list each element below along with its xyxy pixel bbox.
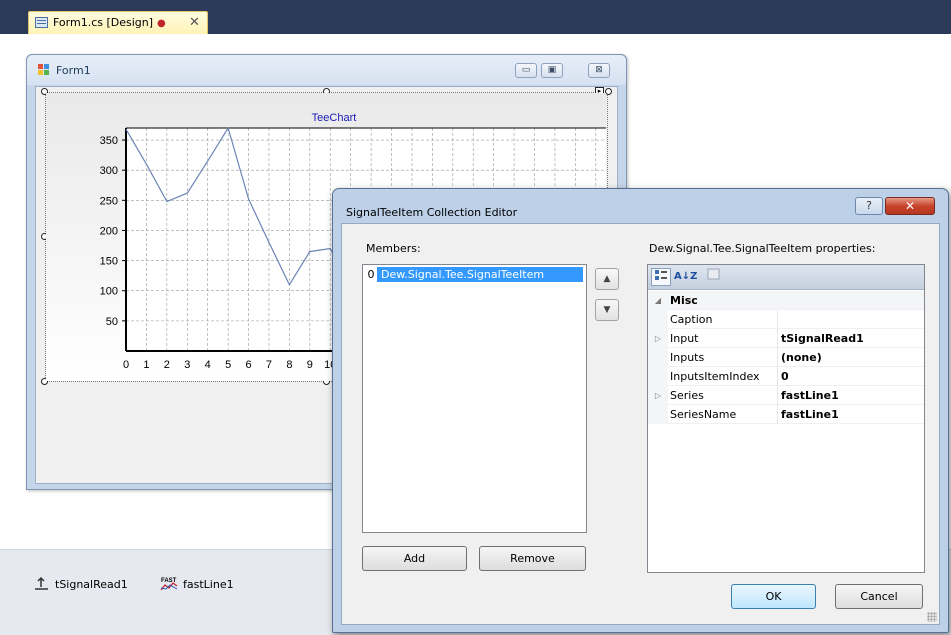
property-name: Series bbox=[670, 389, 704, 402]
close-button[interactable]: ⊠ bbox=[588, 63, 610, 78]
category-name: Misc bbox=[670, 294, 698, 307]
form-designer-icon bbox=[35, 17, 48, 28]
expand-icon[interactable]: ▷ bbox=[648, 386, 668, 405]
tray-item-label: fastLine1 bbox=[183, 577, 234, 591]
chart-title: TeeChart bbox=[312, 112, 357, 124]
maximize-button[interactable]: ▣ bbox=[541, 63, 563, 78]
move-down-button[interactable]: ▼ bbox=[595, 299, 619, 321]
y-tick-label: 150 bbox=[100, 256, 118, 268]
member-index: 0 bbox=[365, 267, 378, 282]
document-tab-bar: Form1.cs [Design] ● ✕ bbox=[0, 0, 951, 34]
property-value[interactable]: fastLine1 bbox=[781, 389, 839, 402]
cancel-button[interactable]: Cancel bbox=[835, 584, 923, 609]
members-list[interactable]: 0 Dew.Signal.Tee.SignalTeeItem bbox=[362, 264, 587, 533]
dialog-close-button[interactable]: ✕ bbox=[885, 197, 935, 215]
property-row-inputs[interactable]: Inputs (none) bbox=[648, 348, 924, 367]
tab-form1-design[interactable]: Form1.cs [Design] ● ✕ bbox=[28, 11, 208, 34]
y-tick-label: 250 bbox=[100, 195, 118, 207]
collection-editor-dialog: SignalTeeItem Collection Editor ? ✕ Memb… bbox=[332, 188, 949, 633]
property-row-seriesname[interactable]: SeriesName fastLine1 bbox=[648, 405, 924, 424]
expand-icon[interactable]: ▷ bbox=[648, 329, 668, 348]
x-tick-label: 8 bbox=[286, 359, 292, 371]
property-value[interactable]: fastLine1 bbox=[781, 408, 839, 421]
property-value[interactable]: tSignalRead1 bbox=[781, 332, 864, 345]
x-tick-label: 3 bbox=[184, 359, 190, 371]
ok-button[interactable]: OK bbox=[731, 584, 816, 609]
property-name: Caption bbox=[670, 313, 713, 326]
property-value[interactable]: 0 bbox=[781, 370, 789, 383]
categorized-icon[interactable] bbox=[651, 268, 671, 286]
property-grid-toolbar: A↓Z bbox=[648, 265, 924, 290]
resize-handle[interactable] bbox=[605, 88, 612, 95]
form-title: Form1 bbox=[56, 64, 91, 77]
y-tick-label: 350 bbox=[100, 135, 118, 147]
y-tick-label: 50 bbox=[106, 316, 118, 328]
list-item[interactable]: 0 Dew.Signal.Tee.SignalTeeItem bbox=[365, 267, 583, 282]
property-grid[interactable]: A↓Z ◢ Misc Caption ▷ Input tSignalRead1 … bbox=[647, 264, 925, 573]
x-tick-label: 9 bbox=[307, 359, 313, 371]
property-row-input[interactable]: ▷ Input tSignalRead1 bbox=[648, 329, 924, 348]
signal-read-icon bbox=[32, 576, 50, 592]
remove-button[interactable]: Remove bbox=[479, 546, 586, 571]
minimize-button[interactable]: ▭ bbox=[515, 63, 537, 78]
dialog-title: SignalTeeItem Collection Editor bbox=[346, 206, 518, 219]
y-tick-label: 200 bbox=[100, 225, 118, 237]
property-row-caption[interactable]: Caption bbox=[648, 310, 924, 329]
category-row[interactable]: ◢ Misc bbox=[648, 291, 924, 310]
add-button[interactable]: Add bbox=[362, 546, 467, 571]
x-tick-label: 0 bbox=[123, 359, 129, 371]
x-tick-label: 7 bbox=[266, 359, 272, 371]
modified-indicator: ● bbox=[157, 18, 166, 29]
property-pages-icon[interactable] bbox=[704, 268, 724, 286]
tray-item-tsignalread1[interactable]: tSignalRead1 bbox=[32, 576, 128, 592]
move-up-button[interactable]: ▲ bbox=[595, 268, 619, 290]
form-titlebar: Form1 ▭ ▣ ⊠ bbox=[27, 55, 626, 85]
fast-line-icon: FAST bbox=[160, 576, 178, 592]
alphabetical-sort-icon[interactable]: A↓Z bbox=[674, 268, 697, 286]
close-tab-icon[interactable]: ✕ bbox=[189, 15, 200, 30]
property-value[interactable]: (none) bbox=[781, 351, 822, 364]
property-table: ◢ Misc Caption ▷ Input tSignalRead1 Inpu… bbox=[648, 291, 924, 424]
property-name: SeriesName bbox=[670, 408, 737, 421]
tab-label: Form1.cs [Design] bbox=[53, 16, 154, 29]
members-label: Members: bbox=[366, 242, 421, 255]
form-app-icon bbox=[38, 64, 50, 76]
property-name: InputsItemIndex bbox=[670, 370, 760, 383]
dialog-client-area: Members: 0 Dew.Signal.Tee.SignalTeeItem … bbox=[341, 223, 940, 625]
y-tick-label: 300 bbox=[100, 165, 118, 177]
x-tick-label: 6 bbox=[245, 359, 251, 371]
property-row-series[interactable]: ▷ Series fastLine1 bbox=[648, 386, 924, 405]
property-name: Inputs bbox=[670, 351, 705, 364]
x-tick-label: 4 bbox=[205, 359, 211, 371]
tray-item-label: tSignalRead1 bbox=[55, 577, 128, 591]
properties-label: Dew.Signal.Tee.SignalTeeItem properties: bbox=[649, 242, 876, 255]
collapse-icon[interactable]: ◢ bbox=[648, 291, 668, 310]
y-tick-label: 100 bbox=[100, 286, 118, 298]
resize-grip[interactable] bbox=[927, 612, 937, 622]
property-name: Input bbox=[670, 332, 699, 345]
help-button[interactable]: ? bbox=[855, 197, 883, 215]
member-name: Dew.Signal.Tee.SignalTeeItem bbox=[381, 268, 545, 281]
tray-item-fastline1[interactable]: FAST fastLine1 bbox=[160, 576, 234, 592]
x-tick-label: 2 bbox=[164, 359, 170, 371]
x-tick-label: 1 bbox=[143, 359, 149, 371]
x-tick-label: 5 bbox=[225, 359, 231, 371]
property-row-inputsitemindex[interactable]: InputsItemIndex 0 bbox=[648, 367, 924, 386]
svg-text:FAST: FAST bbox=[161, 578, 177, 584]
